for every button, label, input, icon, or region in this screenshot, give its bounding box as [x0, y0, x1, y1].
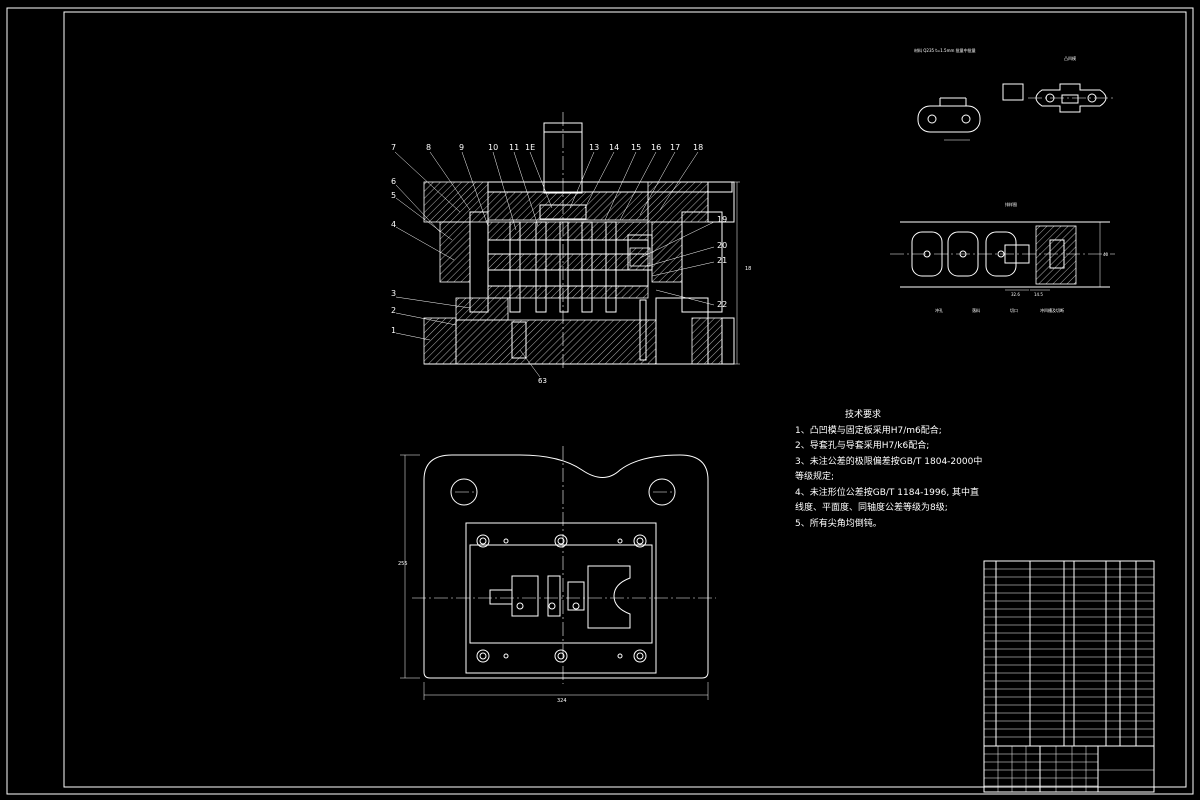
tech-line: 3、未注公差的极限偏差按GB/T 1804-2000中: [795, 456, 983, 467]
part-number: 10: [488, 143, 498, 152]
tech-line: 5、所有尖角均倒钝。: [795, 518, 882, 529]
part-number: 8: [426, 143, 431, 152]
tech-line: 等级规定;: [795, 472, 835, 482]
part-number: 18: [745, 266, 751, 272]
strip-title: 排样图: [1005, 201, 1017, 207]
strip-layout: 排样图 40 32.6 14.5 冲孔 落料 切口 冲凹槽及切断: [890, 201, 1115, 313]
part-number: 13: [589, 143, 599, 152]
strip-dim: 14.5: [1034, 292, 1043, 297]
part-number: 16: [651, 143, 661, 152]
part-detail: 材料 Q235 t=1.5mm 批量中批量 凸凹模: [914, 47, 1115, 141]
strip-label: 冲凹槽及切断: [1040, 307, 1064, 313]
tech-line: 4、未注形位公差按GB/T 1184-1996, 其中直: [795, 487, 980, 498]
part-number: 20: [717, 241, 727, 250]
part-number: 1: [391, 326, 396, 335]
part-number: 17: [670, 143, 680, 152]
die-title: 凸凹模: [1064, 55, 1076, 61]
plan-height-dim: 255: [398, 561, 408, 567]
title-block: [983, 560, 1155, 793]
plan-view: 324 255: [398, 446, 716, 704]
part-number: 21: [717, 256, 727, 265]
part-number: 22: [717, 300, 727, 309]
drawing-canvas: 7 8 9 10 11 1E 13 14 15 16 17 18 6 5 4 3…: [6, 7, 1194, 795]
part-number: 9: [459, 143, 464, 152]
part-number: 19: [717, 215, 727, 224]
part-number: 63: [538, 377, 547, 385]
drawing-border: [6, 7, 1194, 795]
part-number: 1E: [525, 143, 535, 152]
part-number: 2: [391, 306, 396, 315]
strip-label: 切口: [1010, 307, 1018, 313]
tech-line: 线度、平面度、同轴度公差等级为8级;: [795, 503, 948, 513]
part-number: 4: [391, 220, 396, 229]
part-number: 5: [391, 191, 396, 200]
strip-label: 冲孔: [935, 307, 943, 313]
part-number: 6: [391, 177, 396, 186]
part-title: 材料 Q235 t=1.5mm 批量中批量: [914, 47, 976, 53]
strip-dim: 40: [1103, 252, 1109, 257]
tech-heading: 技术要求: [845, 410, 882, 420]
part-number: 14: [609, 143, 619, 152]
tech-line: 1、凸凹模与固定板采用H7/m6配合;: [795, 425, 942, 436]
strip-label: 落料: [972, 307, 980, 313]
part-number: 11: [509, 143, 519, 152]
plan-width-dim: 324: [557, 698, 567, 704]
tech-line: 2、导套孔与导套采用H7/k6配合;: [795, 441, 930, 451]
part-number: 7: [391, 143, 396, 152]
strip-dim: 32.6: [1011, 292, 1020, 297]
part-number: 3: [391, 289, 396, 298]
tech-requirements: 技术要求 1、凸凹模与固定板采用H7/m6配合; 2、导套孔与导套采用H7/k6…: [795, 408, 982, 532]
part-number: 18: [693, 143, 703, 152]
part-number: 15: [631, 143, 641, 152]
